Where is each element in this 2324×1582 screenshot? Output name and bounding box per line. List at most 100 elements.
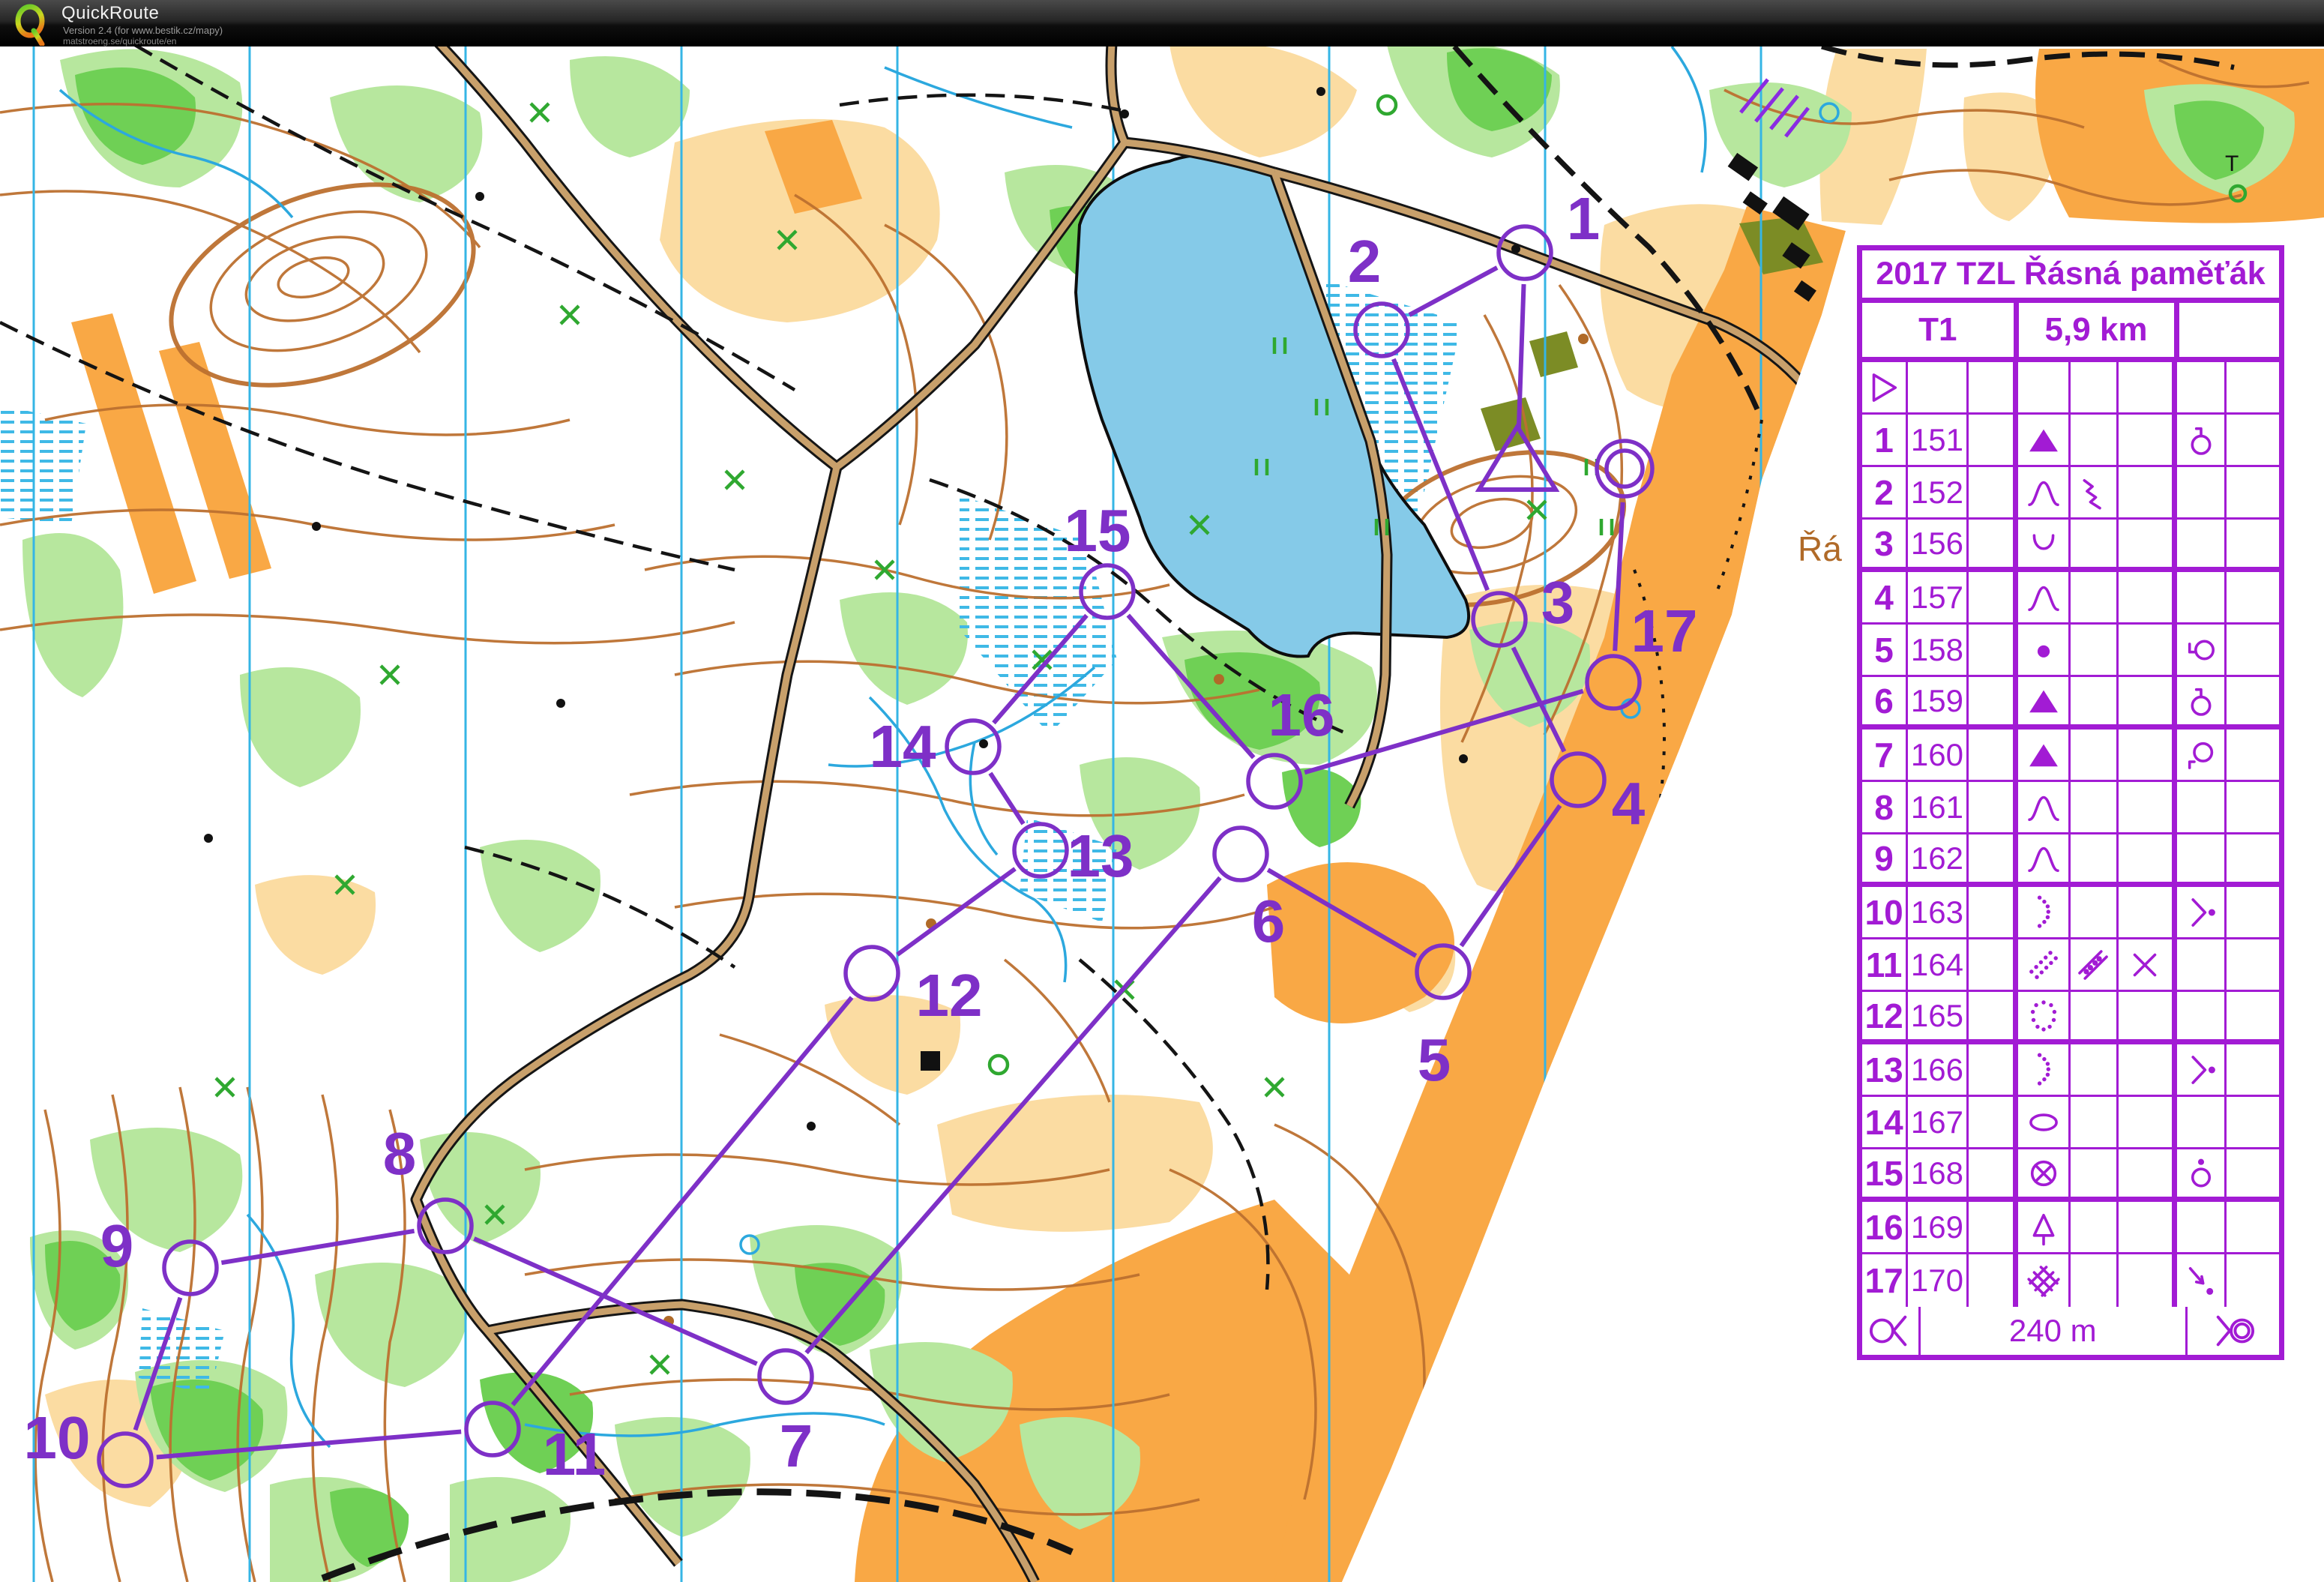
col-c xyxy=(1969,467,2019,517)
col-c xyxy=(1969,677,2019,724)
col-f-dimensions-icon xyxy=(2119,677,2177,724)
control-code: 165 xyxy=(1908,992,1969,1039)
control-code: 168 xyxy=(1908,1149,1969,1197)
col-h xyxy=(2227,992,2279,1039)
col-c xyxy=(1969,572,2019,622)
control-code: 167 xyxy=(1908,1097,1969,1147)
col-f-dimensions-icon xyxy=(2119,625,2177,675)
control-label-5: 5 xyxy=(1418,1026,1451,1093)
col-d-feature-icon xyxy=(2018,572,2071,622)
cell-f xyxy=(2119,362,2177,412)
col-e-detail-icon xyxy=(2071,572,2119,622)
control-code: 151 xyxy=(1908,415,1969,465)
col-e-detail-icon xyxy=(2071,834,2119,882)
control-label-11: 11 xyxy=(543,1421,606,1488)
quickroute-window: ŘáT 1234567891011121314151617 QuickRoute… xyxy=(0,0,2324,1582)
col-f-dimensions-icon xyxy=(2119,939,2177,990)
col-f-dimensions-icon xyxy=(2119,1097,2177,1147)
control-row-1: 1151 xyxy=(1862,415,2279,467)
control-label-9: 9 xyxy=(100,1212,134,1279)
control-label-2: 2 xyxy=(1348,228,1382,295)
quickroute-logo-icon xyxy=(9,2,52,49)
control-row-11: 11164 xyxy=(1862,939,2279,992)
col-e-detail-icon xyxy=(2071,730,2119,780)
control-number: 5 xyxy=(1862,625,1908,675)
course-length: 5,9 km xyxy=(2019,303,2179,357)
col-g-position-icon xyxy=(2177,467,2227,517)
col-g-position-icon xyxy=(2177,520,2227,567)
col-c xyxy=(1969,887,2019,937)
col-f-dimensions-icon xyxy=(2119,1202,2177,1252)
col-d-feature-icon xyxy=(2018,415,2071,465)
col-d-feature-icon xyxy=(2018,939,2071,990)
control-row-17: 17170 xyxy=(1862,1254,2279,1307)
col-h xyxy=(2227,782,2279,832)
control-number: 8 xyxy=(1862,782,1908,832)
finish-row: 240 m xyxy=(1862,1307,2279,1355)
col-c xyxy=(1969,1044,2019,1095)
col-e-detail-icon xyxy=(2071,1149,2119,1197)
control-code: 160 xyxy=(1908,730,1969,780)
control-description-sheet: 2017 TZL Řásná paměťák T1 5,9 km 1151215… xyxy=(1857,245,2284,1360)
col-h xyxy=(2227,939,2279,990)
col-e-detail-icon xyxy=(2071,1202,2119,1252)
col-f-dimensions-icon xyxy=(2119,887,2177,937)
control-label-7: 7 xyxy=(780,1413,813,1479)
col-f-dimensions-icon xyxy=(2119,834,2177,882)
control-row-12: 12165 xyxy=(1862,992,2279,1044)
col-e-detail-icon xyxy=(2071,1044,2119,1095)
control-code: 158 xyxy=(1908,625,1969,675)
col-e-detail-icon xyxy=(2071,467,2119,517)
col-h xyxy=(2227,572,2279,622)
control-label-15: 15 xyxy=(1065,497,1131,564)
col-d-feature-icon xyxy=(2018,1044,2071,1095)
control-number: 12 xyxy=(1862,992,1908,1039)
cell-d xyxy=(2018,362,2071,412)
col-g-position-icon xyxy=(2177,1202,2227,1252)
col-d-feature-icon xyxy=(2018,834,2071,882)
col-g-position-icon xyxy=(2177,730,2227,780)
control-code: 166 xyxy=(1908,1044,1969,1095)
start-row xyxy=(1862,362,2279,415)
col-e-detail-icon xyxy=(2071,520,2119,567)
col-f-dimensions-icon xyxy=(2119,730,2177,780)
col-f-dimensions-icon xyxy=(2119,520,2177,567)
col-c xyxy=(1969,1149,2019,1197)
col-c xyxy=(1969,782,2019,832)
control-label-3: 3 xyxy=(1541,569,1575,636)
control-code: 170 xyxy=(1908,1254,1969,1307)
title-bar: QuickRoute Version 2.4 (for www.bestik.c… xyxy=(0,0,2324,46)
app-version: Version 2.4 (for www.bestik.cz/mapy) xyxy=(63,25,223,36)
control-code: 169 xyxy=(1908,1202,1969,1252)
control-row-15: 15168 xyxy=(1862,1149,2279,1202)
col-g-position-icon xyxy=(2177,1097,2227,1147)
control-row-8: 8161 xyxy=(1862,782,2279,834)
col-g-position-icon xyxy=(2177,1044,2227,1095)
finish-funnel-end-icon xyxy=(2188,1307,2279,1355)
col-f-dimensions-icon xyxy=(2119,782,2177,832)
cell-g xyxy=(2177,362,2227,412)
col-c xyxy=(1969,625,2019,675)
control-number: 13 xyxy=(1862,1044,1908,1095)
col-h xyxy=(2227,1149,2279,1197)
control-code: 161 xyxy=(1908,782,1969,832)
control-number: 9 xyxy=(1862,834,1908,882)
control-number: 7 xyxy=(1862,730,1908,780)
control-code: 164 xyxy=(1908,939,1969,990)
control-row-6: 6159 xyxy=(1862,677,2279,730)
col-e-detail-icon xyxy=(2071,939,2119,990)
col-e-detail-icon xyxy=(2071,887,2119,937)
control-row-7: 7160 xyxy=(1862,730,2279,782)
course-title: 2017 TZL Řásná paměťák xyxy=(1862,250,2279,303)
course-name: T1 xyxy=(1862,303,2019,357)
col-e-detail-icon xyxy=(2071,677,2119,724)
col-h xyxy=(2227,415,2279,465)
col-g-position-icon xyxy=(2177,782,2227,832)
control-label-16: 16 xyxy=(1268,682,1335,748)
control-label-13: 13 xyxy=(1068,822,1134,889)
col-d-feature-icon xyxy=(2018,520,2071,567)
control-label-14: 14 xyxy=(870,713,936,780)
col-d-feature-icon xyxy=(2018,677,2071,724)
app-title: QuickRoute xyxy=(61,3,159,24)
col-h xyxy=(2227,834,2279,882)
